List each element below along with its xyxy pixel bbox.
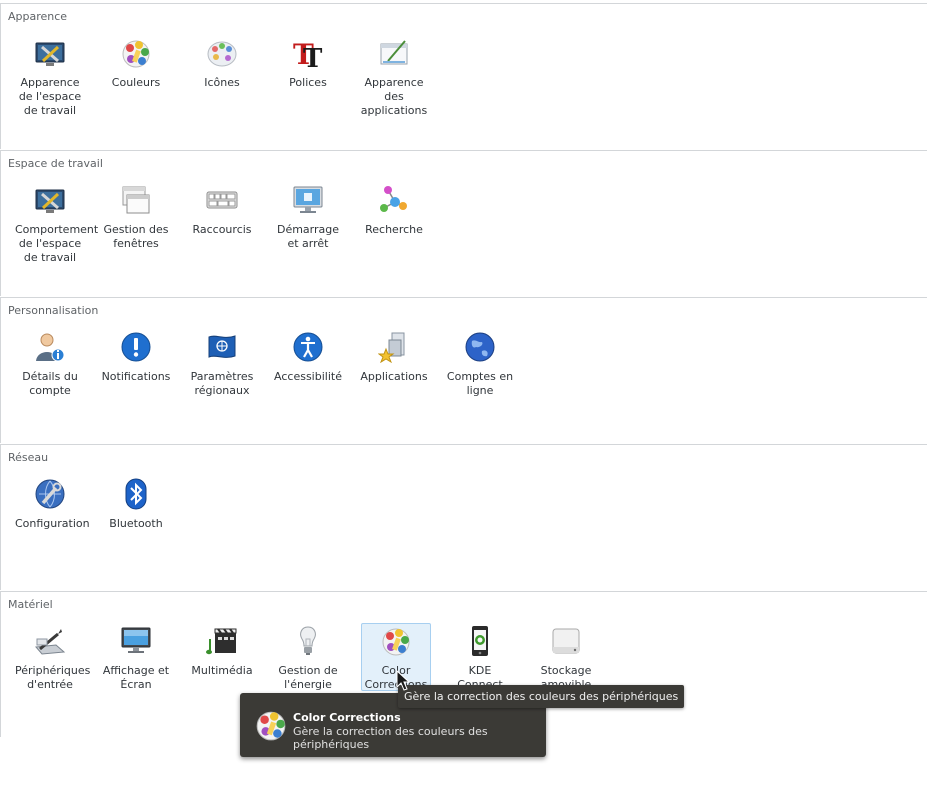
flag-icon (208, 335, 236, 358)
exclamation-icon (121, 332, 151, 362)
fonts-icon: T T (293, 38, 323, 69)
module-label: Notifications (101, 370, 171, 383)
module-shortcuts[interactable]: Raccourcis (187, 182, 257, 250)
module-removable-storage[interactable]: Stockage amovible (531, 623, 601, 691)
module-notifications[interactable]: Notifications (101, 329, 171, 397)
module-colors[interactable]: Couleurs (101, 35, 171, 103)
module-label: Icônes (204, 76, 240, 89)
section-title: Espace de travail (8, 157, 103, 170)
module-label: Polices (289, 76, 327, 89)
search-network-icon (380, 186, 407, 212)
icons-palette-icon (207, 41, 237, 67)
module-regional-settings[interactable]: Paramètres régionaux (187, 329, 257, 397)
globe-icon (465, 332, 495, 362)
desktop-tools-icon (35, 42, 65, 66)
module-label: Couleurs (111, 76, 161, 89)
module-multimedia[interactable]: Multimédia (187, 623, 257, 691)
module-power-management[interactable]: Gestion de l'énergie (273, 623, 343, 691)
module-label: Comptes en ligne (446, 370, 514, 397)
module-app-appearance[interactable]: Apparence des applications (359, 35, 429, 117)
module-applications[interactable]: Applications (359, 329, 429, 397)
section-reseau: Réseau Configuration Bluetooth (0, 444, 927, 590)
module-kde-connect[interactable]: KDE Connect (445, 623, 515, 691)
section-title: Apparence (8, 10, 68, 23)
module-label: Comportement de l'espace de travail (15, 223, 99, 264)
phone-icon (472, 626, 488, 656)
module-startup-shutdown[interactable]: Démarrage et arrêt (273, 182, 343, 250)
module-label: Périphériques d'entrée (15, 664, 91, 691)
tooltip: Gère la correction des couleurs des péri… (398, 685, 685, 708)
removable-storage-icon (552, 628, 580, 654)
popup-description: Gère la correction des couleurs des péri… (293, 725, 488, 751)
module-label: Affichage et Écran (102, 664, 170, 691)
module-input-devices[interactable]: Périphériques d'entrée (15, 623, 91, 691)
module-desktop-behavior[interactable]: Comportement de l'espace de travail (15, 182, 98, 264)
module-label: Paramètres régionaux (190, 370, 254, 397)
applications-icon (378, 332, 405, 363)
windows-icon (122, 186, 150, 214)
section-title: Matériel (8, 598, 53, 611)
user-info-icon (36, 333, 65, 362)
module-fonts[interactable]: T T Polices (273, 35, 343, 103)
desktop-behavior-icon (35, 189, 65, 213)
module-label: Gestion des fenêtres (103, 223, 169, 250)
multimedia-icon (206, 628, 237, 655)
svg-text:T: T (303, 44, 323, 69)
module-label: Raccourcis (192, 223, 252, 236)
module-label: Bluetooth (109, 517, 163, 530)
module-window-management[interactable]: Gestion des fenêtres (101, 182, 171, 250)
color-corrections-icon (382, 628, 410, 656)
display-icon (121, 627, 151, 653)
module-display-screen[interactable]: Affichage et Écran (101, 623, 171, 691)
section-apparence: Apparence Apparence de l'espace de trava… (0, 3, 927, 149)
color-corrections-icon (256, 711, 286, 741)
lightbulb-icon (300, 626, 316, 655)
section-personnalisation: Personnalisation Détails du compte Notif… (0, 297, 927, 443)
module-desktop-appearance[interactable]: Apparence de l'espace de travail (15, 35, 85, 117)
module-label: Configuration (15, 517, 90, 530)
module-bluetooth[interactable]: Bluetooth (101, 476, 171, 544)
module-label: Applications (360, 370, 428, 383)
network-config-icon (35, 479, 65, 509)
section-title: Réseau (8, 451, 49, 464)
module-label: Multimédia (191, 664, 253, 677)
module-label: Démarrage et arrêt (276, 223, 340, 250)
popup-title: Color Corrections (293, 711, 401, 724)
module-label: Gestion de l'énergie (278, 664, 338, 691)
section-espace-de-travail: Espace de travail Comportement de l'espa… (0, 150, 927, 296)
app-style-icon (380, 40, 408, 65)
bluetooth-icon (125, 478, 147, 510)
module-label: Détails du compte (22, 370, 78, 397)
keyboard-icon (206, 191, 238, 209)
module-online-accounts[interactable]: Comptes en ligne (445, 329, 515, 397)
module-search[interactable]: Recherche (359, 182, 429, 250)
module-account-details[interactable]: Détails du compte (15, 329, 85, 397)
mouse-cursor-icon (396, 670, 410, 691)
module-label: Apparence des applications (360, 76, 428, 117)
section-title: Personnalisation (8, 304, 99, 317)
accessibility-icon (293, 332, 323, 362)
module-label: Recherche (365, 223, 423, 236)
input-devices-icon (34, 629, 66, 655)
module-label: Apparence de l'espace de travail (18, 76, 82, 117)
module-icons[interactable]: Icônes (187, 35, 257, 103)
module-label: Accessibilité (274, 370, 342, 383)
color-palette-icon (122, 40, 150, 68)
monitor-icon (293, 186, 323, 213)
module-network-configuration[interactable]: Configuration (15, 476, 90, 544)
module-accessibility[interactable]: Accessibilité (273, 329, 343, 397)
